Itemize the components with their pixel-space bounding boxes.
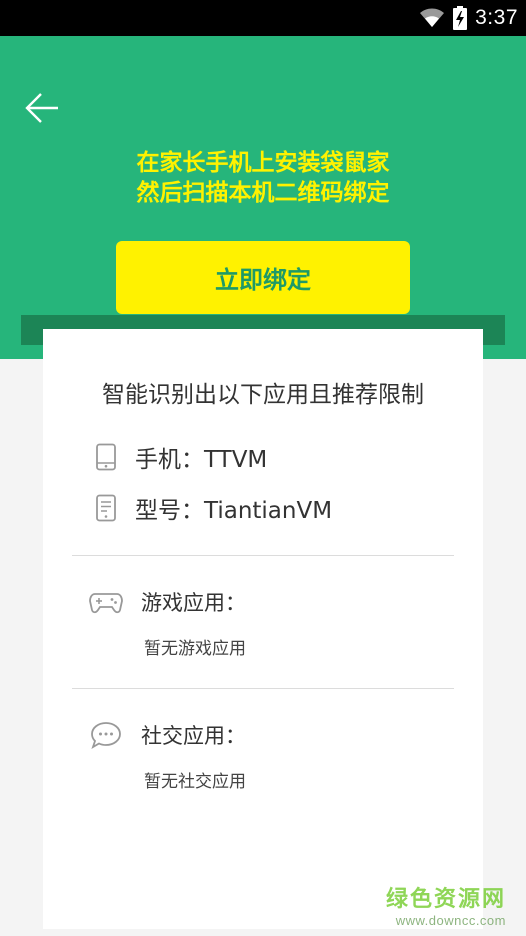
- wifi-icon: [420, 8, 445, 27]
- header-title: 在家长手机上安装袋鼠家 然后扫描本机二维码绑定: [0, 148, 526, 208]
- divider: [72, 555, 454, 556]
- recommendation-card: 智能识别出以下应用且推荐限制 手机：TTVM 型号：TiantianVM 游戏应…: [43, 329, 483, 929]
- model-row: 型号：TiantianVM: [95, 493, 333, 524]
- divider: [72, 688, 454, 689]
- phone-text: 手机：TTVM: [135, 447, 268, 473]
- social-section-header: 社交应用：: [89, 720, 246, 750]
- status-icons: 3:37: [419, 0, 518, 36]
- watermark-name: 绿色资源网: [385, 887, 506, 912]
- watermark: 绿色资源网 www.downcc.com: [386, 881, 506, 928]
- back-arrow-icon[interactable]: [24, 90, 60, 126]
- social-section-label: 社交应用：: [141, 724, 246, 748]
- card-title: 智能识别出以下应用且推荐限制: [102, 382, 424, 408]
- social-empty-text: 暂无社交应用: [144, 772, 246, 792]
- battery-charging-icon: [453, 6, 468, 30]
- games-empty-text: 暂无游戏应用: [144, 639, 246, 659]
- games-section-label: 游戏应用：: [141, 591, 246, 615]
- document-icon: [96, 494, 116, 522]
- chat-bubble-icon: [91, 722, 121, 749]
- status-time: 3:37: [475, 6, 518, 29]
- header-title-line2: 然后扫描本机二维码绑定: [136, 180, 390, 206]
- games-section-header: 游戏应用：: [89, 587, 246, 617]
- watermark-url: www.downcc.com: [395, 913, 506, 928]
- header-title-line1: 在家长手机上安装袋鼠家: [136, 150, 390, 176]
- bind-now-button[interactable]: 立即绑定: [116, 241, 410, 314]
- phone-icon: [96, 443, 116, 471]
- gamepad-icon: [89, 593, 123, 614]
- model-text: 型号：TiantianVM: [135, 498, 333, 524]
- phone-row: 手机：TTVM: [95, 442, 268, 473]
- status-bar: 3:37: [0, 0, 526, 36]
- header: 在家长手机上安装袋鼠家 然后扫描本机二维码绑定 立即绑定: [0, 36, 526, 359]
